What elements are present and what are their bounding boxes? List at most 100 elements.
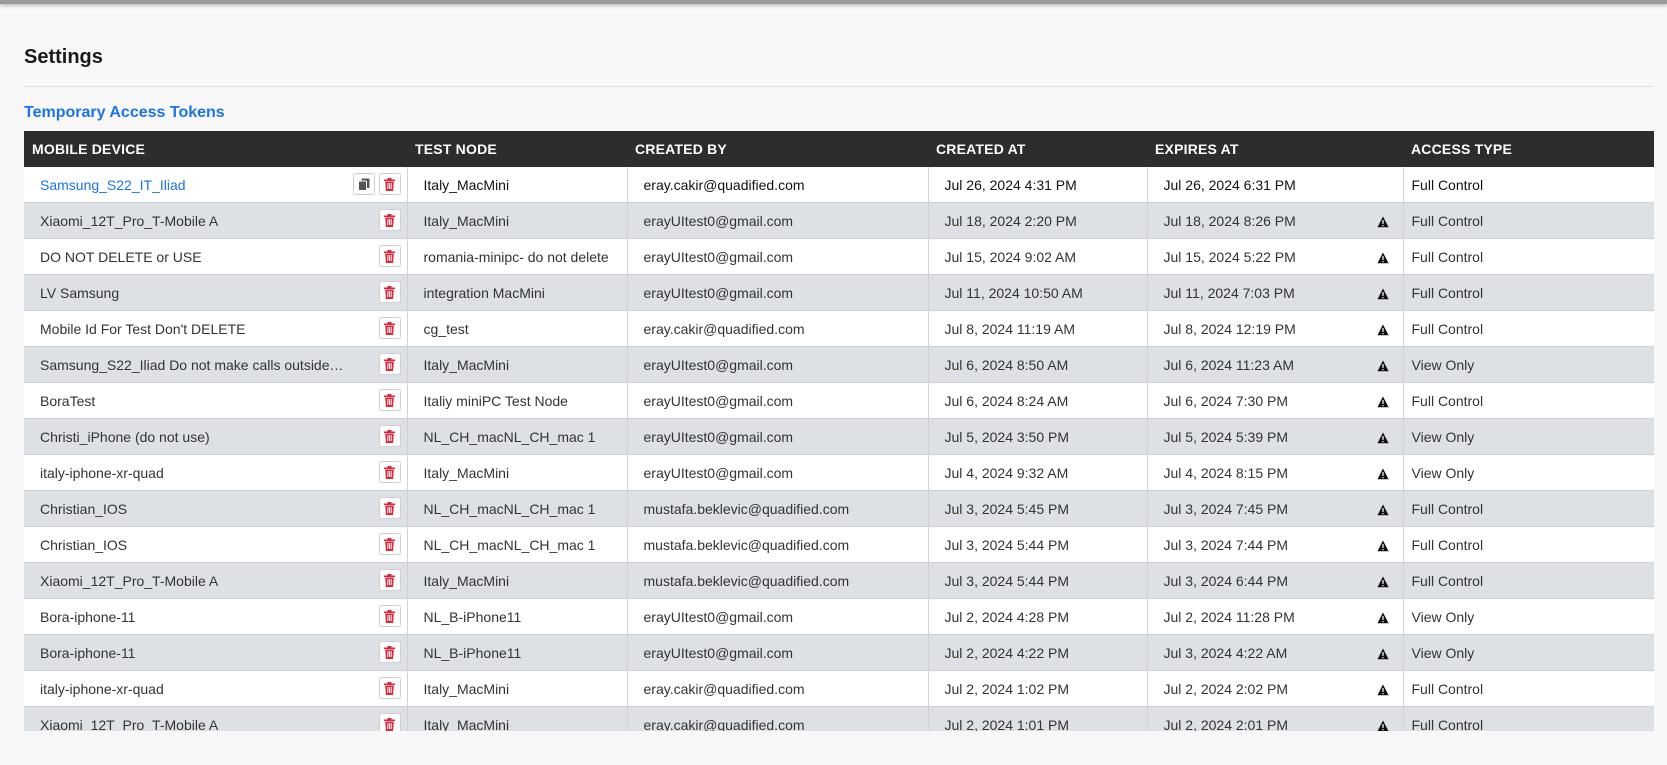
cell-mobile-device: Samsung_S22_Iliad Do not make calls outs… xyxy=(24,346,408,383)
column-header-created-by[interactable]: CREATED BY xyxy=(627,131,928,167)
cell-access-type: Full Control xyxy=(1403,167,1654,203)
device-name-link[interactable]: Samsung_S22_IT_Iliad xyxy=(40,177,347,193)
cell-access-type: Full Control xyxy=(1403,670,1654,707)
warning-icon[interactable] xyxy=(1376,611,1389,624)
warning-icon[interactable] xyxy=(1377,719,1389,731)
expires-at-value: Jul 8, 2024 12:19 PM xyxy=(1163,320,1296,337)
trash-icon[interactable] xyxy=(378,389,401,411)
column-header-mobile-device[interactable]: MOBILE DEVICE xyxy=(24,131,407,167)
column-header-expires-at[interactable]: EXPIRES AT xyxy=(1147,131,1403,167)
table-row[interactable]: Samsung_S22_IT_Iliad Italy_MacMini eray.ca… xyxy=(24,167,1654,203)
row-actions xyxy=(378,317,401,339)
table-row[interactable]: Xiaomi_12T_Pro_T-Mobile A Italy_MacMini er… xyxy=(24,706,1654,732)
device-name: Xiaomi_12T_Pro_T-Mobile A xyxy=(40,716,219,732)
table-row[interactable]: italy-iphone-xr-quad Italy_MacMini erayUIt… xyxy=(24,454,1654,491)
warning-icon[interactable] xyxy=(1376,503,1389,516)
cell-expires-at: Jul 11, 2024 7:03 PM xyxy=(1147,274,1404,311)
cell-mobile-device: Samsung_S22_IT_Iliad xyxy=(24,167,408,203)
warning-icon[interactable] xyxy=(1376,647,1389,660)
cell-created-at: Jul 18, 2024 2:20 PM xyxy=(928,202,1148,239)
warning-icon[interactable] xyxy=(1376,287,1389,300)
trash-icon[interactable] xyxy=(378,641,401,663)
table-row[interactable]: BoraTest Italiy miniPC Test Node erayUItes… xyxy=(24,382,1654,419)
copy-icon[interactable] xyxy=(352,173,375,195)
table-row[interactable]: Xiaomi_12T_Pro_T-Mobile A Italy_MacMini er… xyxy=(24,202,1654,239)
expires-at-value: Jul 2, 2024 2:02 PM xyxy=(1163,680,1289,697)
trash-icon[interactable] xyxy=(378,173,401,195)
cell-test-node: Italy_MacMini xyxy=(407,346,628,383)
cell-created-at: Jul 2, 2024 4:28 PM xyxy=(928,598,1148,635)
table-row[interactable]: LV Samsung integration MacMini erayUItest0… xyxy=(24,274,1654,311)
cell-created-at: Jul 2, 2024 1:02 PM xyxy=(928,670,1148,707)
table-row[interactable]: DO NOT DELETE or USE romania-minipc- do n… xyxy=(24,238,1654,275)
tokens-table: MOBILE DEVICE TEST NODE CREATED BY CREAT… xyxy=(24,131,1654,731)
cell-mobile-device: italy-iphone-xr-quad xyxy=(24,670,408,707)
trash-icon[interactable] xyxy=(378,245,401,267)
warning-icon[interactable] xyxy=(1376,251,1389,264)
cell-access-type: Full Control xyxy=(1403,382,1654,419)
trash-icon[interactable] xyxy=(378,569,401,591)
table-row[interactable]: Xiaomi_12T_Pro_T-Mobile A Italy_MacMini mu… xyxy=(24,562,1654,599)
cell-expires-at: Jul 2, 2024 2:01 PM xyxy=(1147,706,1404,731)
tokens-table-container[interactable]: MOBILE DEVICE TEST NODE CREATED BY CREAT… xyxy=(24,131,1654,731)
cell-test-node: Italy_MacMini xyxy=(407,167,628,203)
trash-icon[interactable] xyxy=(378,713,401,731)
trash-icon[interactable] xyxy=(378,317,401,339)
trash-icon[interactable] xyxy=(378,677,401,699)
trash-icon[interactable] xyxy=(378,209,401,231)
cell-created-by: erayUItest0@gmail.com xyxy=(627,238,929,275)
table-header-row: MOBILE DEVICE TEST NODE CREATED BY CREAT… xyxy=(24,131,1654,167)
table-row[interactable]: Mobile Id For Test Don't DELETE cg_test er… xyxy=(24,310,1654,347)
title-divider xyxy=(24,86,1654,87)
cell-created-at: Jul 3, 2024 5:44 PM xyxy=(928,526,1148,563)
cell-test-node: Italiy miniPC Test Node xyxy=(407,382,628,419)
column-header-test-node[interactable]: TEST NODE xyxy=(407,131,627,167)
cell-created-by: erayUItest0@gmail.com xyxy=(627,418,929,455)
trash-icon[interactable] xyxy=(378,425,401,447)
expires-at-value: Jul 6, 2024 7:30 PM xyxy=(1163,392,1289,409)
cell-created-by: erayUItest0@gmail.com xyxy=(627,598,929,635)
cell-expires-at: Jul 3, 2024 7:44 PM xyxy=(1147,526,1404,563)
expires-at-value: Jul 4, 2024 8:15 PM xyxy=(1163,464,1289,481)
warning-icon[interactable] xyxy=(1376,323,1389,336)
table-row[interactable]: Samsung_S22_Iliad Do not make calls outs… xyxy=(24,346,1654,383)
cell-created-at: Jul 2, 2024 4:22 PM xyxy=(928,634,1148,671)
trash-icon[interactable] xyxy=(378,281,401,303)
warning-icon[interactable] xyxy=(1376,683,1389,696)
table-row[interactable]: Bora-iphone-11 NL_B-iPhone11 erayUItest0@g… xyxy=(24,634,1654,671)
warning-icon[interactable] xyxy=(1376,359,1389,372)
table-row[interactable]: Bora-iphone-11 NL_B-iPhone11 erayUItest0@g… xyxy=(24,598,1654,635)
cell-test-node: NL_CH_macNL_CH_mac 1 xyxy=(407,490,628,527)
cell-mobile-device: Bora-iphone-11 xyxy=(24,634,408,671)
column-header-created-at[interactable]: CREATED AT xyxy=(928,131,1147,167)
table-row[interactable]: Christian_IOS NL_CH_macNL_CH_mac 1 mustafa… xyxy=(24,526,1654,563)
trash-icon[interactable] xyxy=(378,497,401,519)
device-name: DO NOT DELETE or USE xyxy=(40,248,202,265)
trash-icon[interactable] xyxy=(378,533,401,555)
device-name: Bora-iphone-11 xyxy=(40,644,136,661)
warning-icon[interactable] xyxy=(1376,215,1389,228)
temporary-access-tokens-link[interactable]: Temporary Access Tokens xyxy=(24,104,225,122)
cell-test-node: Italy_MacMini xyxy=(407,706,628,731)
warning-icon[interactable] xyxy=(1376,467,1389,480)
trash-icon[interactable] xyxy=(378,605,401,627)
warning-icon[interactable] xyxy=(1376,395,1389,408)
cell-created-by: erayUItest0@gmail.com xyxy=(627,346,929,383)
cell-created-by: eray.cakir@quadified.com xyxy=(627,310,929,347)
table-row[interactable]: Christi_iPhone (do not use) NL_CH_macNL_C… xyxy=(24,418,1654,455)
cell-expires-at: Jul 26, 2024 6:31 PM xyxy=(1147,167,1404,203)
trash-icon[interactable] xyxy=(378,353,401,375)
table-row[interactable]: Christian_IOS NL_CH_macNL_CH_mac 1 mustafa… xyxy=(24,490,1654,527)
warning-icon[interactable] xyxy=(1376,431,1389,444)
cell-created-at: Jul 3, 2024 5:44 PM xyxy=(928,562,1148,599)
trash-icon[interactable] xyxy=(378,461,401,483)
warning-icon[interactable] xyxy=(1376,575,1389,588)
warning-icon[interactable] xyxy=(1376,539,1389,552)
device-name: Xiaomi_12T_Pro_T-Mobile A xyxy=(40,572,219,589)
column-header-access-type[interactable]: ACCESS TYPE xyxy=(1403,131,1654,167)
cell-access-type: Full Control xyxy=(1403,274,1654,311)
expires-at-value: Jul 2, 2024 11:28 PM xyxy=(1163,608,1295,625)
cell-created-by: eray.cakir@quadified.com xyxy=(627,167,929,203)
cell-mobile-device: Xiaomi_12T_Pro_T-Mobile A xyxy=(24,562,408,599)
table-row[interactable]: italy-iphone-xr-quad Italy_MacMini eray.ca… xyxy=(24,670,1654,707)
